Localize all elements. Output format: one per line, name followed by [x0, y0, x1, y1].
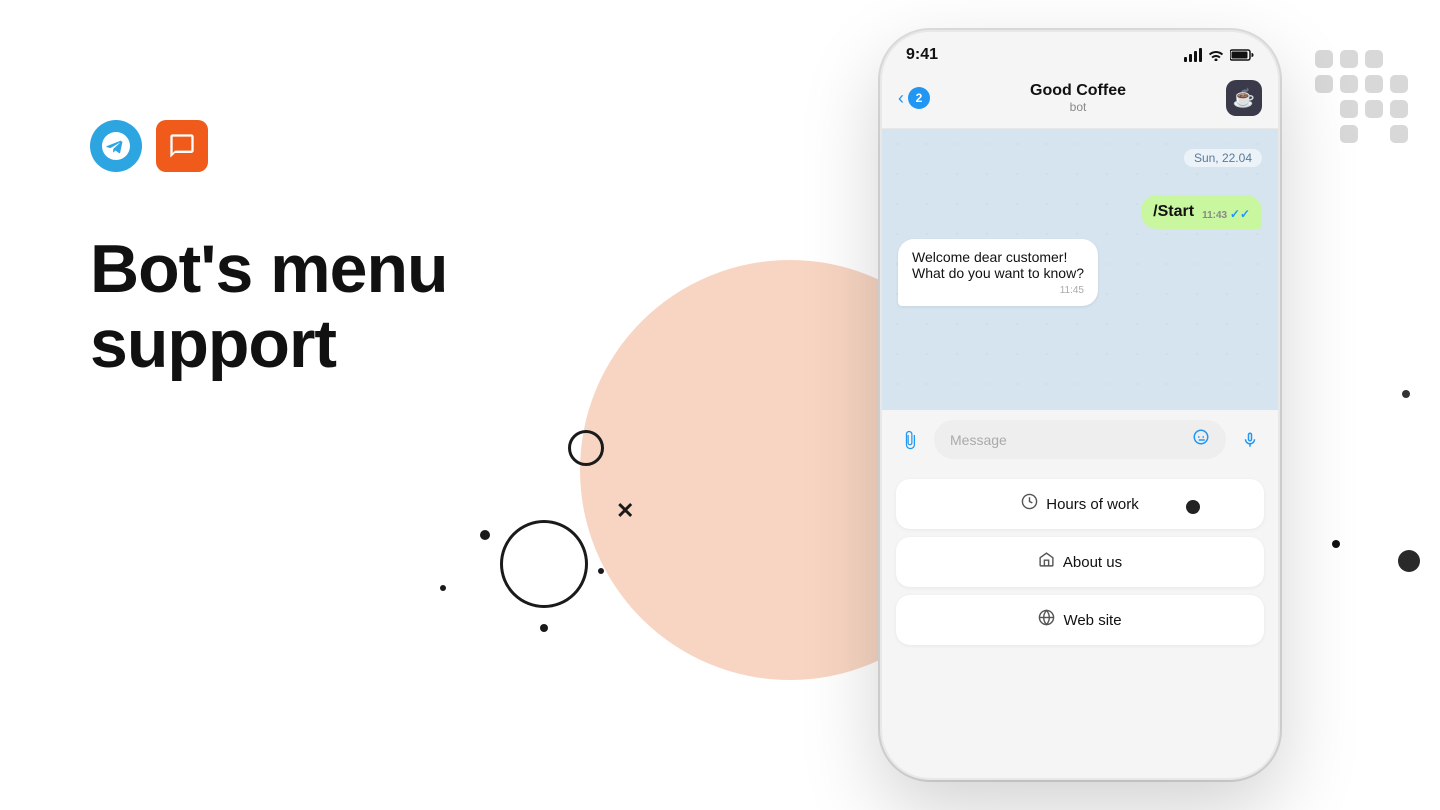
- time-text: 11:43: [1202, 210, 1227, 221]
- deco-dot-1: [480, 530, 490, 540]
- grid-dot: [1390, 75, 1408, 93]
- deco-dot-3: [540, 624, 548, 632]
- unread-badge: 2: [908, 87, 930, 109]
- grid-dot: [1390, 125, 1408, 143]
- message-in-line2: What do you want to know?: [912, 265, 1084, 281]
- paperclip-icon: [900, 430, 920, 450]
- battery-icon: [1230, 49, 1254, 61]
- home-icon: [1038, 551, 1055, 573]
- globe-icon: [1038, 609, 1055, 631]
- telegram-icon: [90, 120, 142, 172]
- notch: [1030, 32, 1130, 58]
- grid-dot: [1315, 50, 1333, 68]
- chat-type: bot: [1030, 100, 1126, 114]
- chat-title-block: Good Coffee bot: [1030, 82, 1126, 114]
- grid-dot: [1340, 100, 1358, 118]
- deco-x: ✕: [616, 498, 634, 524]
- right-black-dot-2: [1186, 500, 1200, 514]
- logo-row: [90, 120, 448, 172]
- chat-svg: [168, 132, 196, 160]
- status-icons: [1184, 48, 1254, 62]
- message-input-row: Message: [882, 409, 1278, 469]
- back-chevron-icon: ‹: [898, 88, 904, 109]
- menu-btn-hours[interactable]: Hours of work: [896, 479, 1264, 529]
- emoji-button[interactable]: [1192, 428, 1210, 451]
- deco-circle-large: [500, 520, 588, 608]
- deco-dot-4: [440, 585, 446, 591]
- right-tiny-dot: [1332, 540, 1340, 548]
- date-container: Sun, 22.04: [898, 149, 1262, 181]
- message-out: /Start 11:43 ✓✓: [898, 195, 1262, 229]
- message-in: Welcome dear customer! What do you want …: [898, 239, 1262, 306]
- message-in-time: 11:45: [1060, 285, 1084, 296]
- wifi-icon: [1208, 49, 1224, 61]
- mic-button[interactable]: [1234, 424, 1266, 456]
- mic-icon: [1241, 431, 1259, 449]
- grid-dot: [1365, 50, 1383, 68]
- right-deco-cluster: [1315, 50, 1408, 143]
- right-small-dark-circle: [1398, 550, 1420, 572]
- grid-dot-empty: [1315, 125, 1333, 143]
- emoji-icon: [1192, 428, 1210, 446]
- deco-dot-2: [598, 568, 604, 574]
- headline-line1: Bot's menu: [90, 231, 448, 307]
- message-out-text: /Start: [1153, 203, 1194, 220]
- chat-name: Good Coffee: [1030, 82, 1126, 100]
- dot-grid: [1315, 50, 1408, 143]
- status-bar: 9:41: [882, 32, 1278, 72]
- left-section: Bot's menu support: [90, 120, 448, 382]
- chat-header: ‹ 2 Good Coffee bot ☕: [882, 72, 1278, 129]
- read-receipt-icon: ✓✓: [1230, 207, 1250, 221]
- globe-svg: [1038, 609, 1055, 626]
- telegram-svg: [102, 132, 130, 160]
- message-placeholder: Message: [950, 432, 1007, 448]
- home-svg: [1038, 551, 1055, 568]
- grid-dot: [1340, 50, 1358, 68]
- menu-btn3-label: Web site: [1063, 612, 1121, 629]
- chat-icon: [156, 120, 208, 172]
- menu-btn1-label: Hours of work: [1046, 496, 1139, 513]
- headline-line2: support: [90, 306, 336, 382]
- menu-btn-website[interactable]: Web site: [896, 595, 1264, 645]
- attach-button[interactable]: [894, 424, 926, 456]
- right-tiny-dot-2: [1402, 390, 1410, 398]
- signal-icon: [1184, 48, 1202, 62]
- status-time: 9:41: [906, 46, 938, 64]
- grid-dot: [1390, 100, 1408, 118]
- deco-circle-small: [568, 430, 604, 466]
- grid-dot-empty: [1315, 100, 1333, 118]
- menu-btn2-label: About us: [1063, 554, 1122, 571]
- bubble-out: /Start 11:43 ✓✓: [1141, 195, 1262, 229]
- clock-icon: [1021, 493, 1038, 515]
- clock-svg: [1021, 493, 1038, 510]
- grid-dot-empty: [1390, 50, 1408, 68]
- grid-dot: [1340, 125, 1358, 143]
- phone-mockup: 9:41: [880, 30, 1280, 780]
- grid-dot: [1315, 75, 1333, 93]
- bubble-in: Welcome dear customer! What do you want …: [898, 239, 1098, 306]
- chat-avatar: ☕: [1226, 80, 1262, 116]
- phone-container: 9:41: [880, 30, 1280, 780]
- date-label: Sun, 22.04: [1184, 149, 1262, 167]
- grid-dot: [1365, 75, 1383, 93]
- grid-dot-empty: [1365, 125, 1383, 143]
- menu-btn-about[interactable]: About us: [896, 537, 1264, 587]
- bot-menu: Hours of work About us: [882, 469, 1278, 661]
- chat-messages: Sun, 22.04 /Start 11:43 ✓✓ Welcome dear …: [882, 129, 1278, 409]
- headline: Bot's menu support: [90, 232, 448, 382]
- message-out-time: 11:43 ✓✓: [1202, 207, 1250, 221]
- message-input[interactable]: Message: [934, 420, 1226, 459]
- grid-dot: [1340, 75, 1358, 93]
- grid-dot: [1365, 100, 1383, 118]
- message-in-line1: Welcome dear customer!: [912, 249, 1084, 265]
- back-button[interactable]: ‹ 2: [898, 87, 930, 109]
